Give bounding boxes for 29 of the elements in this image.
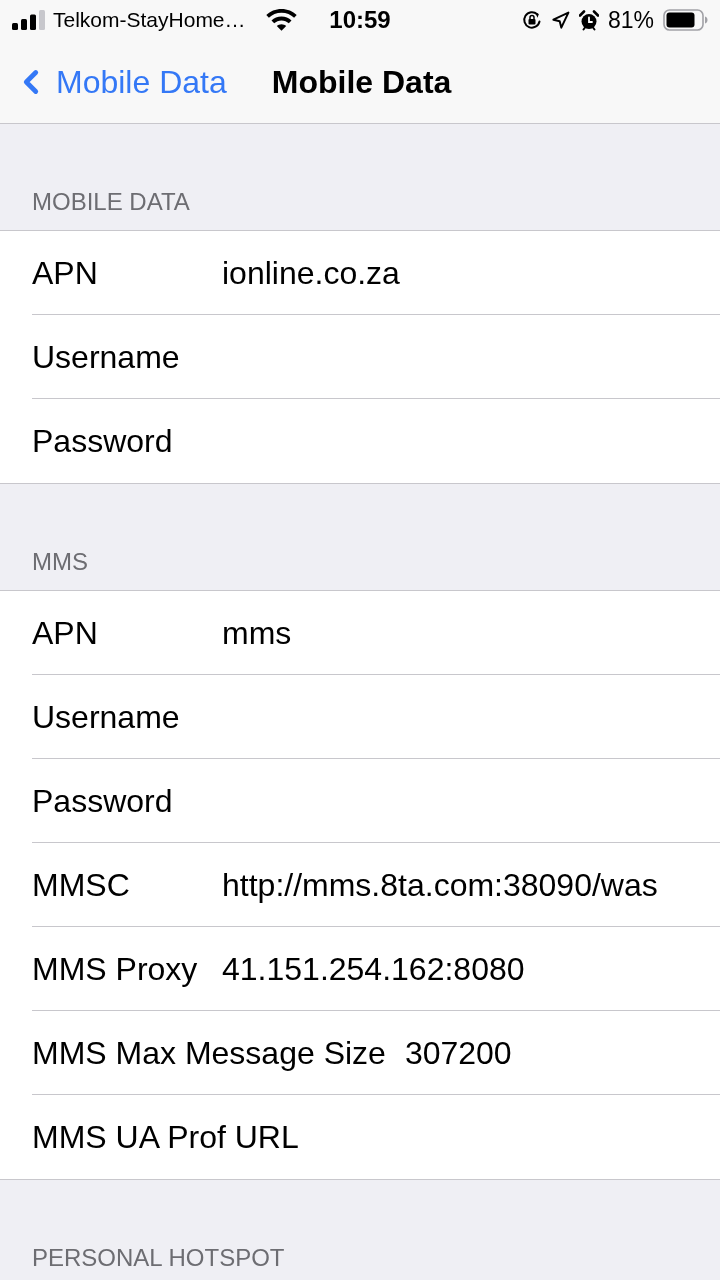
orientation-lock-icon — [521, 10, 542, 30]
text-field[interactable]: ionline.co.za — [222, 231, 704, 314]
text-field[interactable]: 307200 — [404, 1011, 704, 1094]
back-button[interactable]: Mobile Data — [12, 62, 227, 101]
row-label: MMS Proxy — [32, 949, 199, 988]
battery-icon — [663, 9, 708, 31]
row-label: Password — [32, 781, 174, 820]
section-header: MOBILE DATA — [32, 188, 190, 216]
status-time: 10:59 — [329, 6, 391, 34]
location-arrow-icon — [550, 10, 570, 30]
battery-percentage: 81% — [607, 7, 654, 33]
nav-title: Mobile Data — [271, 62, 452, 101]
signal-strength-icon — [12, 10, 46, 30]
section-header: PERSONAL HOTSPOT — [32, 1244, 285, 1272]
row-label: MMS Max Message Size — [32, 1033, 386, 1072]
row-label: APN — [32, 253, 99, 292]
row-label: Password — [32, 422, 174, 460]
row-label: Username — [32, 697, 181, 736]
row-label: APN — [32, 613, 99, 652]
carrier-name: Telkom-StayHome… — [53, 7, 246, 33]
row-label: MMS UA Prof URL — [32, 1118, 299, 1156]
wifi-icon — [265, 9, 297, 31]
text-field[interactable]: mms — [222, 591, 704, 674]
alarm-clock-icon — [578, 9, 599, 31]
row-label: MMSC — [32, 865, 131, 904]
text-field[interactable]: http://mms.8ta.com:38090/was — [222, 843, 704, 926]
text-field[interactable]: 41.151.254.162:8080 — [222, 927, 704, 1010]
row-label: Username — [32, 337, 181, 376]
section-header: MMS — [32, 548, 88, 576]
